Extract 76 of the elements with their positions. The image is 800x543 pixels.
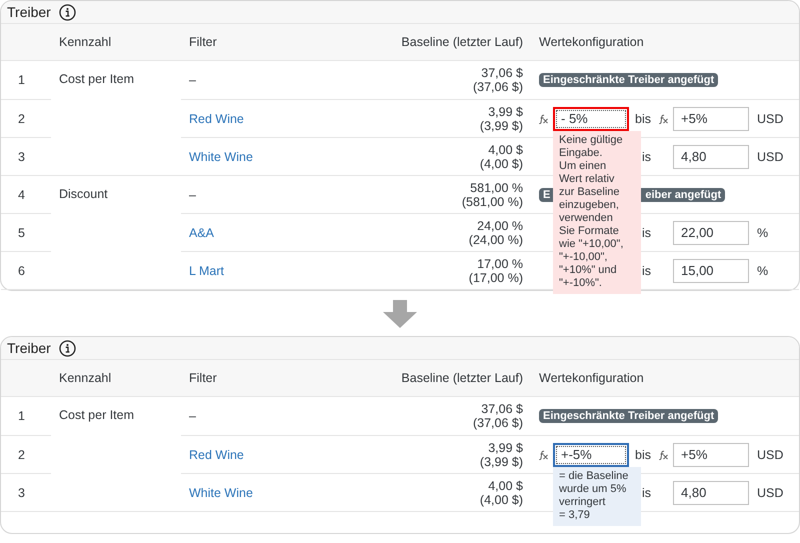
to-field[interactable]: 4,80 (673, 144, 749, 168)
from-field[interactable]: - 5% (553, 106, 629, 130)
filter-value: – (189, 409, 196, 423)
filter-value: – (189, 188, 196, 202)
baseline-value: 37,06 $ (481, 66, 523, 80)
baseline-value: 581,00 % (470, 180, 523, 194)
column-header: Wertekonfiguration (539, 35, 644, 49)
row-number: 1 (18, 73, 25, 87)
filter-link[interactable]: L Mart (189, 264, 224, 278)
filter-link[interactable]: Red Wine (189, 112, 244, 126)
column-header: Baseline (letzter Lauf) (401, 371, 523, 385)
unit-label: USD (757, 448, 784, 462)
measure-name: Cost per Item (59, 408, 134, 422)
filter-link[interactable]: Red Wine (189, 448, 244, 462)
unit-label: USD (757, 150, 784, 164)
filter-link[interactable]: White Wine (189, 486, 253, 500)
unit-label: % (757, 264, 768, 278)
baseline-value: (24,00 %) (468, 232, 523, 246)
to-field[interactable]: +5% (673, 106, 749, 130)
baseline-value: (17,00 %) (468, 270, 523, 284)
baseline-value: 4,00 $ (488, 142, 523, 156)
row-number: 3 (18, 150, 25, 164)
status-badge: Eingeschränkte Treiber angefügt (539, 73, 718, 87)
range-label: is (640, 486, 651, 500)
baseline-value: (4,00 $) (480, 156, 523, 170)
unit-label: USD (757, 486, 784, 500)
range-label: bis (634, 112, 651, 126)
row-number: 1 (18, 409, 25, 423)
panel-title: Treiber (7, 4, 51, 20)
down-arrow-icon (383, 300, 417, 328)
baseline-value: (581,00 %) (462, 194, 523, 208)
row-number: 2 (18, 112, 25, 126)
column-header: Baseline (letzter Lauf) (401, 35, 523, 49)
column-header: Wertekonfiguration (539, 371, 644, 385)
baseline-value: 24,00 % (477, 218, 523, 232)
row-number: 3 (18, 486, 25, 500)
to-field[interactable]: +5% (673, 442, 749, 466)
unit-label: % (757, 226, 768, 240)
from-field[interactable]: +-5% (553, 442, 629, 466)
baseline-value: (3,99 $) (480, 454, 523, 468)
to-field[interactable]: 4,80 (673, 480, 749, 504)
baseline-value: 37,06 $ (481, 402, 523, 416)
panel-title: Treiber (7, 340, 51, 356)
row-number: 4 (18, 188, 25, 202)
range-label: is (640, 264, 651, 278)
info-icon[interactable] (58, 340, 76, 356)
measure-name: Discount (59, 187, 108, 201)
row-number: 2 (18, 448, 25, 462)
baseline-value: 17,00 % (477, 256, 523, 270)
error-tooltip: Keine gültige Eingabe. Um einen Wert relativ zur Baseline einzugeben, verwenden Sie Formate wie "+10,00", "+-10,00", "+10%" und "+-10%". (553, 130, 641, 294)
status-badge: Eingeschränkte Treiber angefügt (539, 409, 718, 423)
baseline-value: (37,06 $) (472, 80, 523, 94)
baseline-value: (3,99 $) (480, 118, 523, 132)
unit-label: USD (757, 112, 784, 126)
column-header: Kennzahl (59, 35, 112, 49)
measure-name: Cost per Item (59, 72, 134, 86)
baseline-value: 3,99 $ (488, 104, 523, 118)
baseline-value: (37,06 $) (472, 416, 523, 430)
column-header: Filter (189, 35, 217, 49)
info-icon[interactable] (58, 4, 76, 20)
filter-value: – (189, 73, 196, 87)
to-field[interactable]: 22,00 (673, 220, 749, 244)
baseline-value: 4,00 $ (488, 478, 523, 492)
baseline-value: (4,00 $) (480, 492, 523, 506)
filter-link[interactable]: A&A (189, 226, 214, 240)
info-tooltip: = die Baseline wurde um 5% verringert = 3,79 (553, 466, 641, 526)
column-header: Filter (189, 371, 217, 385)
to-field[interactable]: 15,00 (673, 258, 749, 282)
range-label: is (640, 226, 651, 240)
filter-link[interactable]: White Wine (189, 150, 253, 164)
column-header: Kennzahl (59, 371, 112, 385)
row-number: 6 (18, 264, 25, 278)
range-label: bis (634, 448, 651, 462)
range-label: is (640, 150, 651, 164)
row-number: 5 (18, 226, 25, 240)
baseline-value: 3,99 $ (488, 440, 523, 454)
